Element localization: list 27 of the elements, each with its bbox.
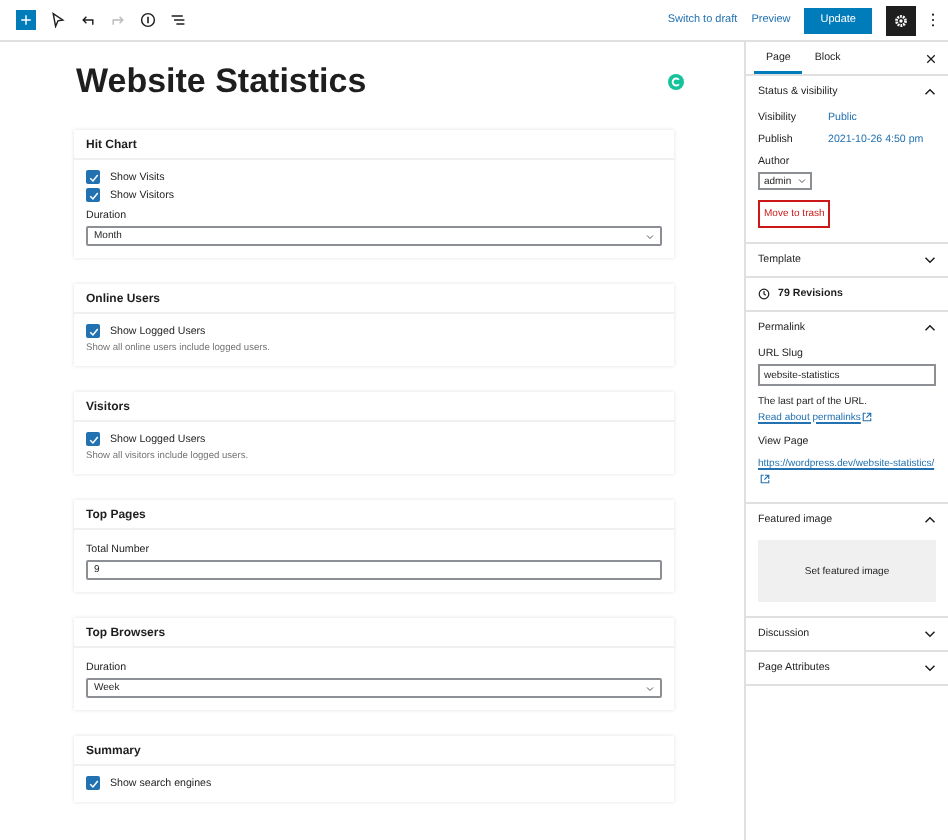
history-icon xyxy=(758,288,770,300)
undo-icon[interactable] xyxy=(80,12,96,28)
grammar-check-icon[interactable] xyxy=(668,74,684,90)
info-icon[interactable] xyxy=(140,12,156,28)
chevron-down-icon[interactable] xyxy=(924,630,936,638)
gear-icon xyxy=(894,13,908,27)
chevron-down-icon xyxy=(646,685,654,691)
chevron-down-icon xyxy=(646,233,654,239)
close-icon[interactable] xyxy=(926,53,936,63)
settings-button[interactable] xyxy=(886,5,916,35)
page-title[interactable]: Website Statistics xyxy=(76,62,367,102)
checkbox[interactable] xyxy=(86,170,100,184)
chevron-up-icon[interactable] xyxy=(924,516,936,524)
external-link-icon xyxy=(862,411,873,422)
chevron-down-icon[interactable] xyxy=(924,256,936,264)
checkbox[interactable] xyxy=(86,188,100,202)
checkbox[interactable] xyxy=(86,432,100,446)
chevron-up-icon[interactable] xyxy=(924,324,936,332)
list-view-icon[interactable] xyxy=(170,12,186,28)
chevron-up-icon[interactable] xyxy=(924,88,936,96)
add-block-button[interactable] xyxy=(16,10,36,30)
checkbox[interactable] xyxy=(86,324,100,338)
chevron-down-icon[interactable] xyxy=(924,664,936,672)
external-link-icon xyxy=(760,473,770,484)
pointer-icon[interactable] xyxy=(50,12,66,28)
chevron-down-icon xyxy=(798,178,806,184)
checkbox[interactable] xyxy=(86,776,100,790)
